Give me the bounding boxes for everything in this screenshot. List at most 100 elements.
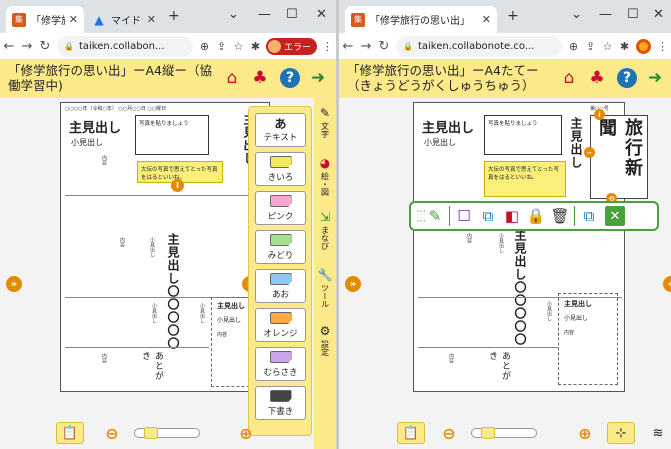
bring-to-front-icon[interactable]: ◧ [502, 205, 522, 227]
subheadline[interactable]: 小見出し [424, 137, 456, 148]
tab-active[interactable]: 集 「修学旅行の思い出」 ✕ [345, 6, 497, 33]
star-icon[interactable]: ☆ [599, 40, 616, 53]
clipboard-button[interactable]: 📋 [56, 422, 84, 444]
minimize-icon[interactable]: — [599, 7, 612, 22]
zoom-out-icon[interactable]: ⊖ [102, 422, 122, 444]
url-field[interactable]: 🔒 taiken.collabon... [57, 35, 193, 57]
vertical-title[interactable]: 主見出し [568, 117, 585, 171]
exit-icon[interactable]: ➜ [645, 68, 665, 88]
afterword[interactable]: あとがき [139, 351, 165, 389]
back-icon[interactable]: ← [339, 39, 357, 54]
home-icon[interactable]: ⌂ [559, 68, 579, 88]
help-icon[interactable]: ? [280, 68, 300, 88]
group-icon[interactable]: ♣ [250, 68, 270, 88]
sidebar-item-text[interactable]: ✎ 文字 [314, 106, 336, 138]
forward-icon[interactable]: → [357, 39, 375, 54]
close-window-icon[interactable]: ✕ [653, 7, 664, 22]
memo-content: 内容 [217, 332, 228, 338]
resize-handle-icon[interactable]: − [584, 147, 595, 158]
main-headline[interactable]: 主見出し [422, 117, 474, 136]
copy-settings-icon[interactable]: ⧉ [579, 205, 599, 227]
close-toolbar-icon[interactable]: ✕ [605, 206, 625, 226]
star-icon[interactable]: ☆ [230, 40, 247, 53]
sidebar-item-draw[interactable]: ◕ 絵・図 [314, 156, 336, 196]
extensions-icon[interactable]: ✱ [616, 40, 633, 53]
purple-sticky-button[interactable]: むらさき [255, 347, 306, 381]
zoom-icon[interactable]: ⊕ [196, 40, 213, 53]
newspaper-name[interactable]: 旅行新聞 [590, 115, 648, 199]
slider-knob[interactable] [481, 427, 495, 439]
maximize-icon[interactable]: ☐ [627, 7, 639, 22]
new-tab-icon[interactable]: + [168, 8, 180, 24]
sidebar-item-tools[interactable]: 🔧 ツール [314, 268, 336, 308]
close-tab-icon[interactable]: ✕ [65, 13, 78, 26]
close-tab-icon[interactable]: ✕ [143, 13, 156, 26]
zoom-out-icon[interactable]: ⊖ [439, 422, 459, 444]
back-icon[interactable]: ← [0, 39, 18, 54]
reload-icon[interactable]: ↻ [375, 39, 393, 54]
right-arrow-icon[interactable]: « [663, 276, 671, 292]
share-icon[interactable]: ⇪ [582, 40, 599, 53]
pink-sticky-button[interactable]: ピンク [255, 191, 306, 225]
close-tab-icon[interactable]: ✕ [478, 13, 491, 26]
minimize-icon[interactable]: — [258, 7, 271, 22]
home-icon[interactable]: ⌂ [222, 68, 242, 88]
newspaper-page[interactable]: 第○○号 主見出し 小見出し 写真を貼りましょう 大伝の写真で思えてとった写真を… [413, 102, 648, 392]
slider-knob[interactable] [144, 427, 158, 439]
sidebar-item-learn[interactable]: ⇲ まなび [314, 210, 336, 250]
chevron-down-icon[interactable]: ⌄ [571, 7, 582, 22]
tab-active[interactable]: 集 「修学旅行の思い出」 ✕ [6, 6, 84, 33]
lock-icon[interactable]: 🔒 [526, 205, 546, 227]
duplicate-icon[interactable]: ⧉ [478, 205, 498, 227]
layers-button[interactable]: ≋ [645, 422, 671, 444]
sticky-note[interactable]: 大伝の写真で思えてとった写真をはるといいね。 [484, 161, 566, 197]
text-button[interactable]: あ テキスト [255, 113, 306, 147]
menu-icon[interactable]: ⋮ [654, 40, 671, 53]
clipboard-button[interactable]: 📋 [397, 422, 425, 444]
sidebar-item-settings[interactable]: ⚙ 設定 [314, 324, 336, 356]
newspaper-page[interactable]: ○○○○年（令和○年） ○○月○○日 ○○曜日 主見出し 小見出し 写真を貼りま… [60, 102, 270, 392]
help-icon[interactable]: ? [617, 68, 637, 88]
group-icon[interactable]: ♣ [587, 68, 607, 88]
zoom-icon[interactable]: ⊕ [565, 40, 582, 53]
new-tab-icon[interactable]: + [507, 8, 519, 24]
app-header: 「修学旅行の思い出」ーA4たてー （きょうどうがくしゅうちゅう） ⌂ ♣ ? ➜ [339, 60, 671, 98]
reload-icon[interactable]: ↻ [36, 39, 54, 54]
avatar[interactable] [636, 38, 651, 54]
orange-sticky-button[interactable]: オレンジ [255, 308, 306, 342]
zoom-in-icon[interactable]: ⊕ [575, 422, 595, 444]
edit-icon[interactable]: ✎ [425, 205, 445, 227]
extensions-icon[interactable]: ✱ [247, 40, 264, 53]
afterword[interactable]: あとがき [486, 351, 512, 389]
trash-icon[interactable]: 🗑 [550, 205, 570, 227]
subheadline[interactable]: 小見出し [71, 137, 103, 148]
profile-error-button[interactable]: エラー [265, 37, 317, 55]
maximize-icon[interactable]: ☐ [286, 7, 298, 22]
url-field[interactable]: 🔒 taiken.collabonote.co... [396, 35, 562, 57]
main-headline[interactable]: 主見出し [69, 117, 121, 136]
clipboard-icon: 📋 [61, 425, 79, 441]
pen-cursor-icon[interactable]: I [171, 179, 184, 192]
chevron-down-icon[interactable]: ⌄ [228, 7, 239, 22]
zoom-in-icon[interactable]: ⊕ [236, 422, 256, 444]
info-icon[interactable]: i [594, 109, 605, 120]
forward-icon[interactable]: → [18, 39, 36, 54]
photo-placeholder[interactable]: 写真を貼りましょう [135, 115, 209, 155]
border-icon[interactable]: ☐ [454, 205, 474, 227]
share-icon[interactable]: ⇪ [213, 40, 230, 53]
vertical-main-headline[interactable]: 主見出し〇〇〇〇〇 [512, 229, 529, 351]
menu-icon[interactable]: ⋮ [319, 40, 336, 53]
drag-handle-icon[interactable]: ⋮⋮ [413, 206, 426, 226]
yellow-sticky-button[interactable]: きいろ [255, 152, 306, 186]
close-window-icon[interactable]: ✕ [316, 7, 327, 22]
tab-drive[interactable]: ▲ マイドライブ ✕ [86, 6, 162, 33]
green-sticky-button[interactable]: みどり [255, 230, 306, 264]
vertical-main-headline[interactable]: 主見出し〇〇〇〇〇 [165, 233, 182, 353]
fit-page-button[interactable]: ⊹ [607, 422, 635, 444]
sidebar-label: 設定 [320, 340, 330, 356]
blue-sticky-button[interactable]: あお [255, 269, 306, 303]
left-arrow-icon[interactable]: » [6, 276, 22, 292]
exit-icon[interactable]: ➜ [308, 68, 328, 88]
photo-placeholder[interactable]: 写真を貼りましょう [484, 115, 562, 155]
left-arrow-icon[interactable]: » [345, 276, 361, 292]
